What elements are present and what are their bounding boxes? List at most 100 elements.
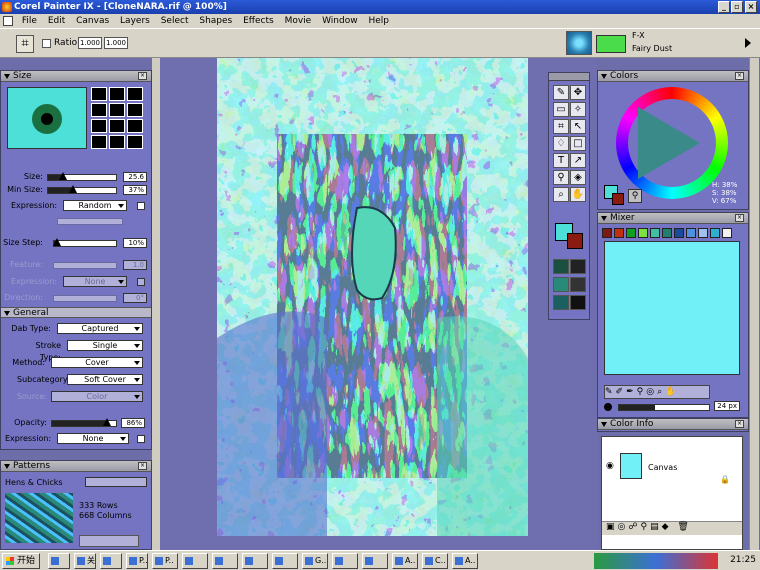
toolbox-titlebar[interactable] bbox=[549, 73, 589, 81]
mixer-swatch[interactable] bbox=[710, 228, 720, 238]
brush-tool-icon[interactable]: ✎ bbox=[553, 85, 569, 100]
patterns-palette-close-icon[interactable]: × bbox=[138, 462, 147, 470]
additional-color-swatch[interactable] bbox=[567, 233, 583, 249]
paint-bucket-tool-icon[interactable]: ◈ bbox=[570, 170, 586, 185]
pattern-swatch[interactable] bbox=[5, 493, 73, 543]
menu-shapes[interactable]: Shapes bbox=[195, 14, 236, 28]
mixer-swatch[interactable] bbox=[662, 228, 672, 238]
size-slider[interactable] bbox=[47, 172, 117, 181]
minimize-button[interactable]: _ bbox=[718, 1, 730, 13]
rectangle-shape-tool-icon[interactable]: □ bbox=[570, 136, 586, 151]
text-tool-icon[interactable]: T bbox=[553, 153, 569, 168]
menu-file[interactable]: File bbox=[18, 14, 41, 28]
slider-knob[interactable] bbox=[53, 238, 62, 246]
layers-buttons-strip[interactable]: ▣◎☍⚲▤◆ 🗑 bbox=[602, 521, 742, 535]
mixer-swatch[interactable] bbox=[614, 228, 624, 238]
subcategory-dropdown[interactable]: Soft Cover bbox=[67, 374, 143, 385]
mixer-swatch[interactable] bbox=[698, 228, 708, 238]
crop-tool-box-icon[interactable]: ⌗ bbox=[553, 119, 569, 134]
size-expression-dropdown[interactable]: Random bbox=[63, 200, 127, 211]
dab-profile-4[interactable] bbox=[91, 103, 107, 117]
size-step-value[interactable]: 10% bbox=[123, 238, 147, 248]
dropper-tool-icon[interactable]: ⚲ bbox=[553, 170, 569, 185]
rectangular-selection-tool-icon[interactable]: ▭ bbox=[553, 102, 569, 117]
dab-profile-12[interactable] bbox=[127, 135, 143, 149]
taskbar-item[interactable]: P.. bbox=[126, 553, 148, 569]
mixer-swatch[interactable] bbox=[650, 228, 660, 238]
color-info-palette-close-icon[interactable]: × bbox=[735, 420, 744, 428]
opacity-value[interactable]: 86% bbox=[121, 418, 145, 428]
taskbar-item[interactable] bbox=[100, 553, 122, 569]
look-selector-icon[interactable] bbox=[553, 295, 569, 310]
size-value[interactable]: 25.6 bbox=[123, 172, 147, 182]
mixer-swatch[interactable] bbox=[674, 228, 684, 238]
document-icon[interactable] bbox=[3, 16, 13, 26]
colors-additional-swatch[interactable] bbox=[612, 193, 624, 205]
gradient-selector-icon[interactable] bbox=[570, 259, 586, 274]
ratio-checkbox[interactable] bbox=[42, 39, 51, 48]
stroke-type-dropdown[interactable]: Single bbox=[67, 340, 143, 351]
menu-layers[interactable]: Layers bbox=[116, 14, 154, 28]
system-tray-icons[interactable] bbox=[594, 553, 718, 569]
taskbar-item[interactable]: G.. bbox=[302, 553, 328, 569]
pen-tool-icon[interactable]: ♢ bbox=[553, 136, 569, 151]
taskbar-item[interactable]: 关 bbox=[74, 553, 96, 569]
method-dropdown[interactable]: Cover bbox=[51, 357, 143, 368]
layer-adjuster-tool-icon[interactable]: ✥ bbox=[570, 85, 586, 100]
dab-profile-11[interactable] bbox=[109, 135, 125, 149]
pattern-library-dropdown[interactable] bbox=[85, 477, 147, 487]
clone-color-icon[interactable]: ⚲ bbox=[628, 189, 642, 203]
nozzle-selector-icon[interactable] bbox=[570, 295, 586, 310]
mixer-pad[interactable] bbox=[604, 241, 740, 375]
size-palette-header[interactable]: Size × bbox=[1, 71, 151, 82]
menu-effects[interactable]: Effects bbox=[239, 14, 278, 28]
taskbar-item[interactable]: A.. bbox=[452, 553, 478, 569]
menu-window[interactable]: Window bbox=[318, 14, 362, 28]
menu-canvas[interactable]: Canvas bbox=[72, 14, 113, 28]
taskbar-item[interactable] bbox=[332, 553, 358, 569]
slider-knob[interactable] bbox=[69, 185, 78, 193]
saturation-value-triangle[interactable] bbox=[638, 107, 700, 179]
mixer-palette-close-icon[interactable]: × bbox=[735, 214, 744, 222]
taskbar-item[interactable] bbox=[362, 553, 388, 569]
taskbar-item[interactable] bbox=[182, 553, 208, 569]
mixer-tools-strip[interactable]: ✎✐✒⚲◎⌕✋ bbox=[604, 385, 710, 399]
weaving-selector-icon[interactable] bbox=[570, 277, 586, 292]
mixer-brush-size-slider[interactable] bbox=[618, 404, 710, 411]
pattern-buttons-strip[interactable] bbox=[79, 535, 139, 547]
opacity-slider[interactable] bbox=[51, 418, 117, 427]
dab-profile-6[interactable] bbox=[127, 103, 143, 117]
canvas-layer-thumbnail[interactable] bbox=[620, 453, 642, 479]
shape-selection-tool-icon[interactable]: ↗ bbox=[570, 153, 586, 168]
dab-profile-9[interactable] bbox=[127, 119, 143, 133]
opacity-expression-invert-checkbox[interactable] bbox=[137, 435, 145, 443]
color-info-palette-header[interactable]: Color Info × bbox=[598, 419, 748, 430]
colors-palette-header[interactable]: Colors × bbox=[598, 71, 748, 82]
taskbar-item[interactable]: C.. bbox=[422, 553, 448, 569]
taskbar-item[interactable] bbox=[242, 553, 268, 569]
dab-profile-10[interactable] bbox=[91, 135, 107, 149]
size-palette-close-icon[interactable]: × bbox=[138, 72, 147, 80]
min-size-slider[interactable] bbox=[47, 185, 117, 194]
paper-selector-icon[interactable] bbox=[553, 259, 569, 274]
colors-palette-close-icon[interactable]: × bbox=[735, 72, 744, 80]
ratio-height-field[interactable]: 1.000 bbox=[104, 37, 128, 49]
magnifier-tool-icon[interactable]: ⌕ bbox=[553, 187, 569, 202]
menu-help[interactable]: Help bbox=[364, 14, 393, 28]
restore-button[interactable]: ▫ bbox=[731, 1, 743, 13]
taskbar-item[interactable] bbox=[212, 553, 238, 569]
mixer-brush-size-value[interactable]: 24 px bbox=[714, 401, 740, 411]
size-expression-invert-checkbox[interactable] bbox=[137, 202, 145, 210]
grabber-tool-icon[interactable]: ✋ bbox=[570, 187, 586, 202]
dab-profile-5[interactable] bbox=[109, 103, 125, 117]
magic-wand-tool-icon[interactable]: ✧ bbox=[570, 102, 586, 117]
close-button[interactable]: × bbox=[745, 1, 757, 13]
brush-selector-arrow-icon[interactable] bbox=[745, 38, 751, 48]
menu-select[interactable]: Select bbox=[157, 14, 193, 28]
pattern-selector-icon[interactable] bbox=[553, 277, 569, 292]
image-canvas[interactable] bbox=[217, 58, 528, 536]
layer-visibility-eye-icon[interactable]: ◉ bbox=[606, 461, 614, 471]
menu-edit[interactable]: Edit bbox=[44, 14, 69, 28]
canvas-layer-name[interactable]: Canvas bbox=[648, 463, 677, 472]
general-section-header[interactable]: General bbox=[1, 307, 151, 318]
